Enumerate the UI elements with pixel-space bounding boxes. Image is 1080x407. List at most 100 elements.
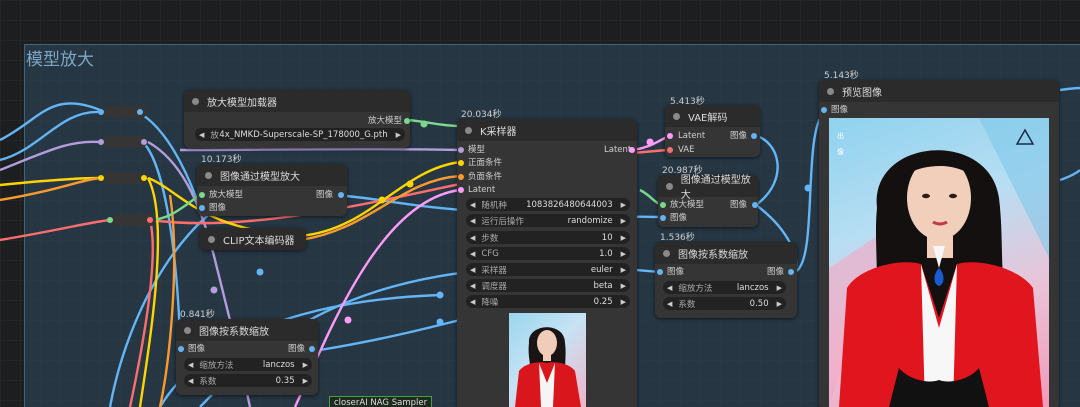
node-title: 放大模型加载器 [207, 97, 277, 109]
reroute-4-in[interactable] [107, 217, 113, 223]
wire-image-a [0, 110, 101, 162]
arrow-right-icon[interactable]: ▶ [617, 234, 630, 242]
input-image-dot[interactable] [199, 205, 205, 211]
model-name-combo[interactable]: ◀ 放 4x_NMKD-Superscale-SP_178000_G.pth ▶ [195, 128, 405, 141]
input-image: 图像 [188, 344, 206, 354]
input-upscale-model-dot[interactable] [660, 202, 666, 208]
output-image-dot[interactable] [751, 133, 757, 139]
input-positive-dot[interactable] [458, 160, 464, 166]
node-header[interactable]: 预览图像 [819, 80, 1059, 102]
node-header[interactable]: 图像通过模型放大 [197, 164, 347, 186]
node-title: VAE解码 [688, 112, 728, 124]
input-latent: Latent [468, 185, 496, 195]
sampler-combo[interactable]: ◀ 采样器 euler ▶ [466, 263, 630, 276]
arrow-left-icon[interactable]: ◀ [466, 266, 479, 274]
node-header[interactable]: 图像按系数缩放 [655, 242, 797, 264]
output-image-dot[interactable] [338, 192, 344, 198]
control-after-generate-combo[interactable]: ◀ 运行后操作 randomize ▶ [466, 214, 630, 227]
node-title: 图像通过模型放大 [680, 175, 751, 201]
arrow-left-icon[interactable]: ◀ [466, 250, 479, 258]
input-upscale-model: 放大模型 [209, 190, 244, 200]
input-latent: Latent [678, 131, 706, 141]
arrow-right-icon[interactable]: ▶ [773, 300, 786, 308]
node-header[interactable]: 图像通过模型放大 [658, 175, 758, 201]
arrow-right-icon[interactable]: ▶ [617, 266, 630, 274]
reroute-2-out[interactable] [141, 139, 147, 145]
input-image-dot[interactable] [178, 346, 184, 352]
input-model-dot[interactable] [458, 147, 464, 153]
arrow-left-icon[interactable]: ◀ [466, 282, 479, 290]
node-title: CLIP文本编码器 [223, 235, 295, 247]
arrow-left-icon[interactable]: ◀ [663, 284, 676, 292]
reroute-3-out[interactable] [141, 175, 147, 181]
collapse-dot-icon[interactable] [673, 112, 680, 120]
node-header[interactable]: K采样器 [457, 119, 637, 141]
reroute-1-in[interactable] [98, 109, 104, 115]
output-image-dot[interactable] [309, 346, 315, 352]
reroute-2-in[interactable] [98, 139, 104, 145]
output-image-dot[interactable] [752, 202, 758, 208]
collapse-dot-icon[interactable] [663, 249, 670, 257]
upscale-method-combo[interactable]: ◀ 缩放方法 lanczos ▶ [663, 281, 786, 294]
collapse-dot-icon[interactable] [192, 97, 199, 105]
arrow-right-icon[interactable]: ▶ [617, 282, 630, 290]
collapse-dot-icon[interactable] [827, 87, 834, 95]
output-upscale-model-dot[interactable] [404, 118, 410, 124]
arrow-right-icon[interactable]: ▶ [773, 284, 786, 292]
arrow-right-icon[interactable]: ▶ [392, 131, 405, 139]
collapse-dot-icon[interactable] [184, 326, 191, 334]
input-image-dot[interactable] [657, 269, 663, 275]
scale-factor-input[interactable]: ◀ 系数 0.50 ▶ [663, 297, 786, 310]
collapse-dot-icon[interactable] [666, 182, 673, 190]
cfg-input[interactable]: ◀ CFG 1.0 ▶ [466, 247, 630, 260]
reroute-3-in[interactable] [98, 175, 104, 181]
upscale-method-combo[interactable]: ◀ 缩放方法 lanczos ▶ [184, 358, 312, 371]
reroute-1-out[interactable] [137, 109, 143, 115]
node-header[interactable]: VAE解码 [665, 105, 760, 127]
collapse-dot-icon[interactable] [465, 126, 472, 134]
clip-text-encode-node[interactable]: CLIP文本编码器 [200, 228, 306, 250]
output-latent-dot[interactable] [629, 147, 635, 153]
arrow-left-icon[interactable]: ◀ [184, 377, 197, 385]
arrow-left-icon[interactable]: ◀ [466, 298, 479, 306]
wire-vae-a [0, 218, 111, 242]
arrow-left-icon[interactable]: ◀ [195, 131, 208, 139]
arrow-right-icon[interactable]: ▶ [299, 377, 312, 385]
collapse-dot-icon[interactable] [205, 171, 212, 179]
node-header[interactable]: 图像按系数缩放 [176, 319, 318, 341]
input-upscale-model-dot[interactable] [199, 192, 205, 198]
node-canvas[interactable]: 模型放大 放大模型加载器 放大模型 ◀ 放 4x_NMKD-Superscale… [0, 0, 1080, 407]
denoise-input[interactable]: ◀ 降噪 0.25 ▶ [466, 295, 630, 308]
seed-input[interactable]: ◀ 随机种 1083826480644003 ▶ [466, 198, 630, 211]
arrow-right-icon[interactable]: ▶ [617, 217, 630, 225]
collapse-dot-icon[interactable] [208, 235, 215, 243]
input-vae-dot[interactable] [667, 147, 673, 153]
input-image: 图像 [667, 267, 685, 277]
arrow-left-icon[interactable]: ◀ [466, 234, 479, 242]
output-image: 图像 [316, 190, 334, 200]
arrow-right-icon[interactable]: ▶ [617, 201, 630, 209]
wire-upscale-c [639, 188, 661, 206]
input-latent-dot[interactable] [458, 187, 464, 193]
svg-text:像: 像 [837, 147, 844, 156]
arrow-left-icon[interactable]: ◀ [466, 217, 479, 225]
arrow-left-icon[interactable]: ◀ [663, 300, 676, 308]
output-image-dot[interactable] [788, 269, 794, 275]
input-image-dot[interactable] [821, 107, 827, 113]
input-negative-dot[interactable] [458, 174, 464, 180]
scale-factor-input[interactable]: ◀ 系数 0.35 ▶ [184, 374, 312, 387]
input-latent-dot[interactable] [667, 133, 673, 139]
wire-image-k [1059, 86, 1080, 92]
node-header[interactable]: 放大模型加载器 [184, 90, 410, 112]
reroute-4-out[interactable] [147, 217, 153, 223]
arrow-left-icon[interactable]: ◀ [466, 201, 479, 209]
node-header[interactable]: CLIP文本编码器 [200, 228, 306, 250]
steps-input[interactable]: ◀ 步数 10 ▶ [466, 231, 630, 244]
input-image-dot[interactable] [660, 215, 666, 221]
arrow-right-icon[interactable]: ▶ [617, 298, 630, 306]
wire-image-l [1059, 169, 1080, 182]
scheduler-combo[interactable]: ◀ 调度器 beta ▶ [466, 279, 630, 292]
arrow-left-icon[interactable]: ◀ [184, 361, 197, 369]
arrow-right-icon[interactable]: ▶ [299, 361, 312, 369]
arrow-right-icon[interactable]: ▶ [617, 250, 630, 258]
